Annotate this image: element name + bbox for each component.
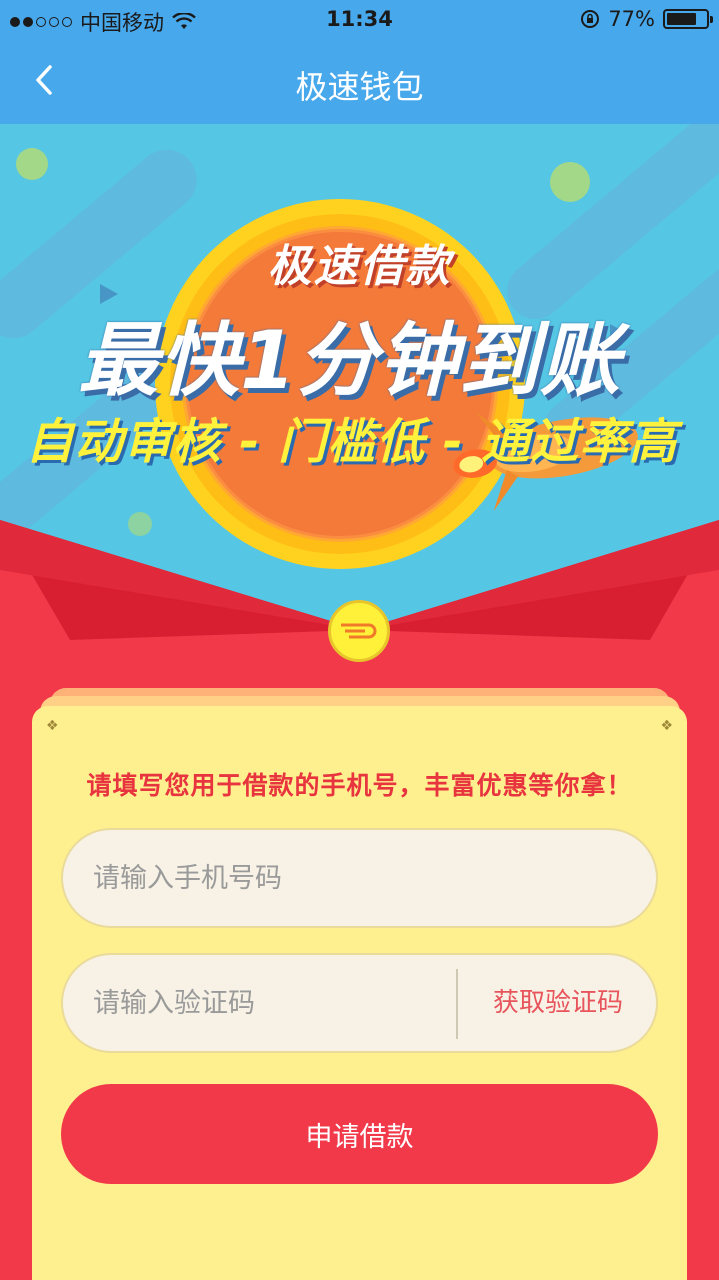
phone-field-wrapper — [61, 828, 658, 928]
corner-ornament-icon: ❖ — [660, 718, 673, 734]
verification-code-input[interactable] — [93, 955, 453, 1051]
page-title: 极速钱包 — [295, 68, 424, 106]
form-card: ❖ ❖ 请填写您用于借款的手机号，丰富优惠等你拿！ 获取验证码 申请借款 — [32, 706, 687, 1280]
form-title: 请填写您用于借款的手机号，丰富优惠等你拿！ — [86, 771, 633, 800]
battery-icon — [663, 9, 713, 29]
nav-bar: 极速钱包 — [0, 40, 719, 124]
status-right: 77% — [580, 7, 713, 31]
battery-fill — [667, 13, 697, 25]
banner-line-1: 极速借款 — [267, 241, 452, 292]
rotation-lock-icon — [581, 10, 600, 28]
wings-icon — [341, 623, 377, 639]
divider — [456, 969, 458, 1039]
battery-percent: 77% — [608, 7, 655, 31]
corner-ornament-icon: ❖ — [46, 718, 59, 734]
phone-input[interactable] — [93, 830, 633, 926]
banner-line-2: 最快1分钟到账 — [78, 314, 621, 407]
banner-line-3: 自动审核 - 门槛低 - 通过率高 — [25, 414, 678, 470]
code-field-wrapper: 获取验证码 — [61, 953, 658, 1053]
apply-loan-button[interactable]: 申请借款 — [61, 1084, 658, 1184]
wallet-logo-icon — [328, 600, 390, 662]
get-code-button[interactable]: 获取验证码 — [463, 955, 653, 1051]
status-bar: 中国移动 11:34 77% — [0, 0, 719, 40]
